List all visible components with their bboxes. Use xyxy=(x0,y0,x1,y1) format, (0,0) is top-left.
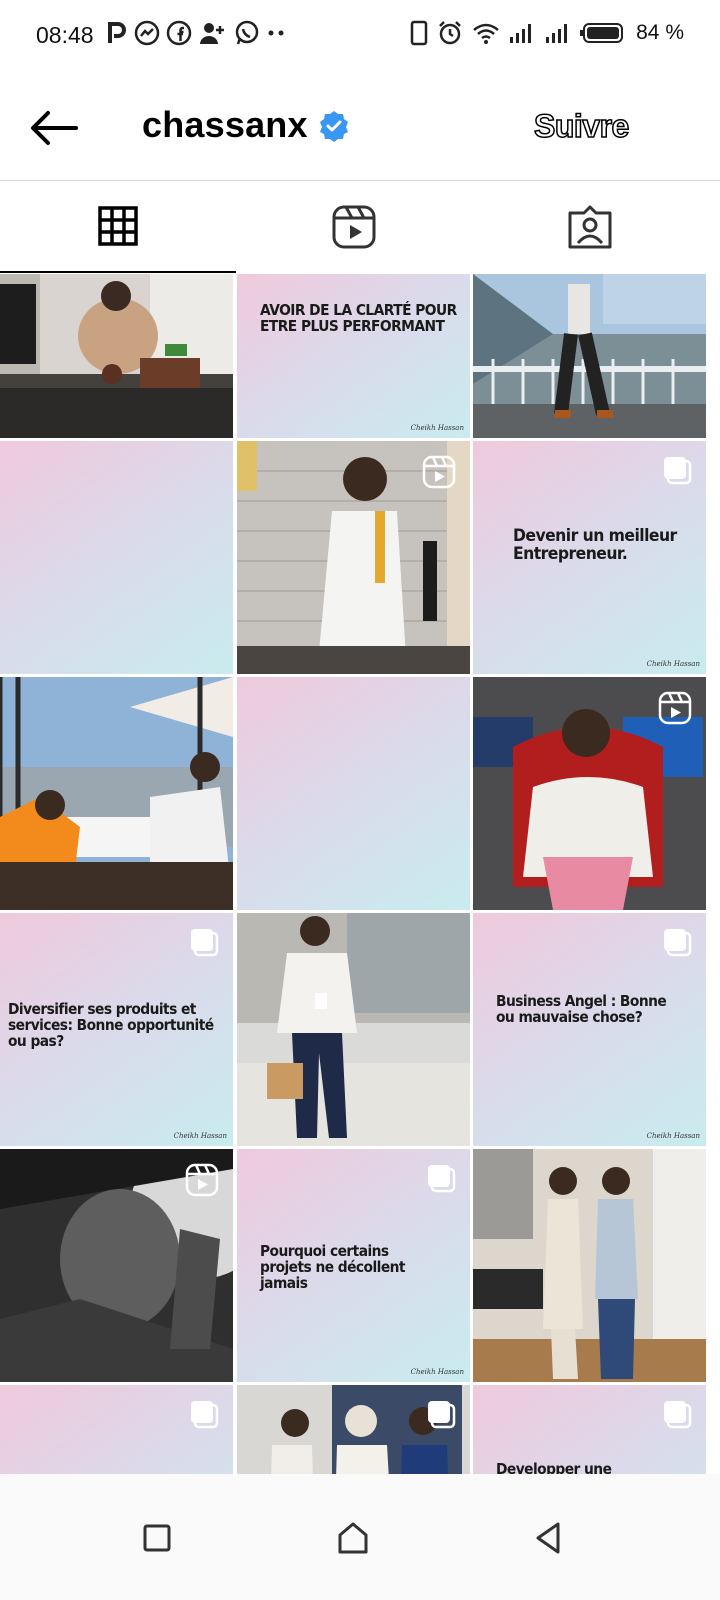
verified-badge-icon xyxy=(320,111,348,142)
follow-button[interactable]: Suivre xyxy=(533,107,630,145)
post-photo-office[interactable] xyxy=(0,274,233,438)
card-text: Developper une entreprise xyxy=(496,1460,612,1474)
post-reel-studio[interactable] xyxy=(473,677,706,910)
parking-app-icon xyxy=(108,22,126,43)
carousel-indicator-icon xyxy=(664,929,692,957)
alarm-icon xyxy=(439,21,462,45)
post-card-blank-2[interactable] xyxy=(237,677,470,910)
post-photo-event-badge[interactable] xyxy=(237,913,470,1146)
event-badge-photo xyxy=(237,913,470,1146)
carousel-indicator-icon xyxy=(664,457,692,485)
post-card-2[interactable]: Devenir un meilleur Entrepreneur. Cheikh… xyxy=(473,441,706,674)
system-status-icons: 84 % xyxy=(410,20,684,46)
post-reel-mic[interactable] xyxy=(237,441,470,674)
card-signature: Cheikh Hassan xyxy=(410,424,464,432)
reel-indicator-icon xyxy=(185,1163,219,1197)
grid-icon xyxy=(98,206,138,246)
card-signature: Cheikh Hassan xyxy=(646,1132,700,1140)
card-text: Business Angel : Bonne ou mauvaise chose… xyxy=(496,992,667,1026)
post-card-5[interactable]: Pourquoi certains projets ne décollent j… xyxy=(237,1149,470,1382)
tab-reels[interactable] xyxy=(236,181,472,273)
office-photo xyxy=(0,274,233,438)
post-card-4[interactable]: Business Angel : Bonne ou mauvaise chose… xyxy=(473,913,706,1146)
battery-percent: 84 % xyxy=(636,21,684,44)
posts-grid: AVOIR DE LA CLARTÉ POUR ETRE PLUS PERFOR… xyxy=(0,274,720,1474)
tab-posts[interactable] xyxy=(0,181,236,273)
system-navigation-bar xyxy=(0,1474,720,1600)
wifi-icon xyxy=(473,23,499,44)
reels-icon xyxy=(332,205,376,249)
signal-icon xyxy=(546,24,568,43)
more-dots-icon xyxy=(268,30,284,36)
profile-tabs xyxy=(0,181,720,273)
bridge-photo xyxy=(473,274,706,438)
card-signature: Cheikh Hassan xyxy=(173,1132,227,1140)
add-contact-icon xyxy=(200,23,224,44)
card-signature: Cheikh Hassan xyxy=(410,1368,464,1376)
back-arrow-icon[interactable] xyxy=(28,108,80,148)
office-duo-photo xyxy=(473,1149,706,1382)
vibrate-icon xyxy=(410,20,428,46)
reel-indicator-icon xyxy=(658,691,692,725)
card-text: Diversifier ses produits et services: Bo… xyxy=(8,1000,214,1050)
card-text: Pourquoi certains projets ne décollent j… xyxy=(260,1242,406,1292)
facebook-icon xyxy=(166,20,192,46)
card-text: AVOIR DE LA CLARTÉ POUR ETRE PLUS PERFOR… xyxy=(260,301,457,335)
post-card-1[interactable]: AVOIR DE LA CLARTÉ POUR ETRE PLUS PERFOR… xyxy=(237,274,470,438)
post-card-blank-3[interactable] xyxy=(0,1385,233,1474)
status-bar: 08:48 84 % xyxy=(0,0,720,70)
whatsapp-icon xyxy=(235,20,259,45)
tab-tagged[interactable] xyxy=(472,181,708,273)
post-card-blank-1[interactable] xyxy=(0,441,233,674)
post-photo-restaurant[interactable] xyxy=(0,677,233,910)
carousel-indicator-icon xyxy=(428,1401,456,1429)
card-signature: Cheikh Hassan xyxy=(646,660,700,668)
signal-icon xyxy=(510,24,532,43)
carousel-indicator-icon xyxy=(191,929,219,957)
battery-icon xyxy=(580,23,624,43)
messenger-icon xyxy=(134,20,160,46)
recent-apps-icon[interactable] xyxy=(137,1518,177,1558)
post-photo-bridge[interactable] xyxy=(473,274,706,438)
home-icon[interactable] xyxy=(333,1518,373,1558)
notification-icons xyxy=(106,20,286,46)
post-reel-portrait[interactable] xyxy=(0,1149,233,1382)
post-card-3[interactable]: Diversifier ses produits et services: Bo… xyxy=(0,913,233,1146)
status-time: 08:48 xyxy=(36,22,94,48)
tagged-icon xyxy=(568,205,612,249)
restaurant-photo xyxy=(0,677,233,910)
carousel-indicator-icon xyxy=(191,1401,219,1429)
carousel-indicator-icon xyxy=(664,1401,692,1429)
post-photo-trio[interactable] xyxy=(237,1385,470,1474)
back-icon[interactable] xyxy=(528,1518,568,1558)
post-photo-office-duo[interactable] xyxy=(473,1149,706,1382)
profile-username: chassanx xyxy=(142,104,308,145)
card-text: Devenir un meilleur Entrepreneur. xyxy=(513,526,677,564)
post-card-6[interactable]: Developper une entreprise xyxy=(473,1385,706,1474)
profile-header: chassanx Suivre xyxy=(0,70,720,181)
reel-indicator-icon xyxy=(422,455,456,489)
carousel-indicator-icon xyxy=(428,1165,456,1193)
